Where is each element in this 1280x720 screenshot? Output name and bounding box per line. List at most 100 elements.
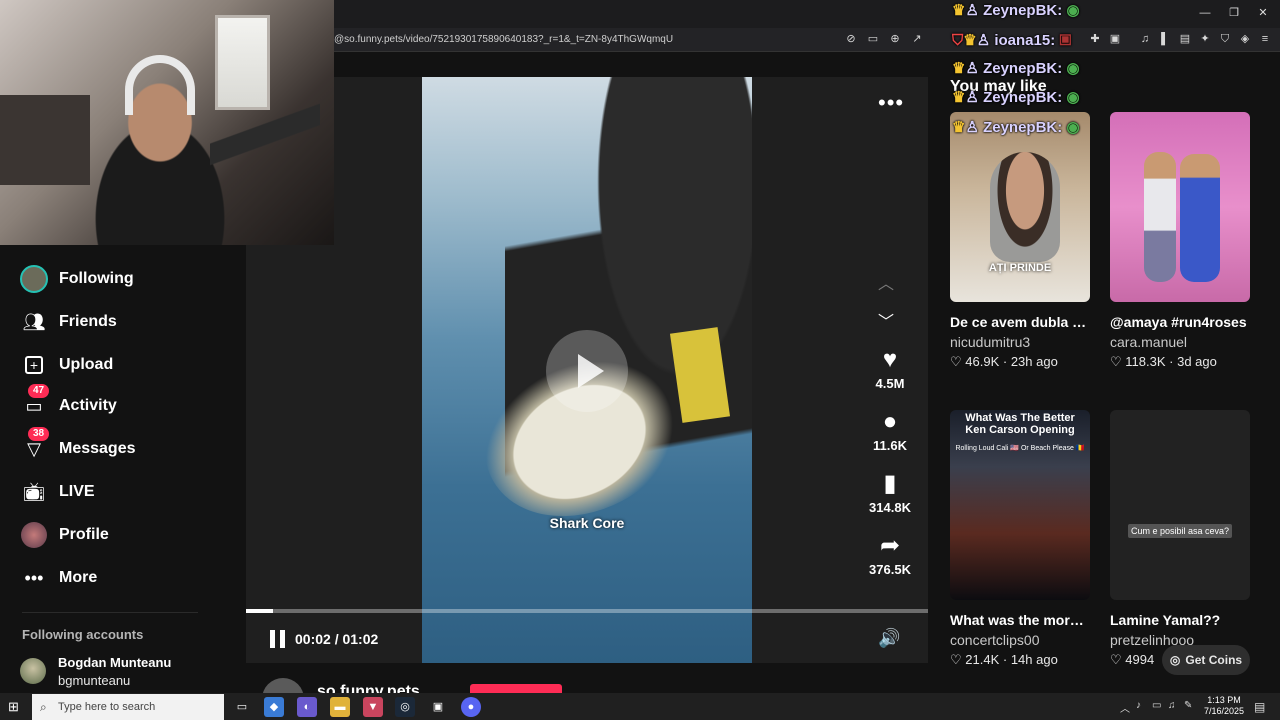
task-view-icon[interactable]: ▭ xyxy=(232,697,252,717)
screen-icon[interactable]: ▭ xyxy=(866,32,880,46)
bookmark-icon: ▮ xyxy=(883,470,897,497)
sidebar-item-activity[interactable]: ▭ 47 Activity xyxy=(20,384,117,421)
card-title: Lamine Yamal?? xyxy=(1110,612,1221,628)
recommendation-card[interactable]: AȚI PRINDE De ce avem dubla măsură când … xyxy=(950,112,1090,370)
file-explorer-icon[interactable]: ▬ xyxy=(330,697,350,717)
card-thumbnail[interactable] xyxy=(1110,112,1250,302)
recommendation-card[interactable]: What Was The Better Ken Carson Opening R… xyxy=(950,410,1090,668)
extensions-icon[interactable]: ✚ xyxy=(1088,32,1102,46)
sidebar-item-messages[interactable]: ▽ 38 Messages xyxy=(20,427,136,464)
card-title: De ce avem dubla măsură când vine... xyxy=(950,314,1090,330)
brave-browser-icon[interactable]: ▼ xyxy=(363,697,383,717)
card-title: @amaya #run4roses xyxy=(1110,314,1247,330)
get-coins-button[interactable]: ◎ Get Coins xyxy=(1162,645,1250,675)
no-tracking-icon[interactable]: ⊘ xyxy=(844,32,858,46)
progress-track[interactable] xyxy=(246,609,928,613)
card-author: nicudumitru3 xyxy=(950,334,1031,350)
crown-icon: ♛ xyxy=(963,32,977,49)
frog-emote-icon: ◉ xyxy=(1066,60,1080,77)
save-button[interactable]: ▮ 314.8K xyxy=(862,470,918,515)
sidebar-item-live[interactable]: 📺︎ LIVE xyxy=(20,477,95,507)
sidebar-item-label: Activity xyxy=(59,397,117,414)
heart-outline-icon: ♡ xyxy=(950,354,966,369)
terminal-icon[interactable]: ▣ xyxy=(428,697,448,717)
sidebar-item-label: Friends xyxy=(59,313,117,330)
frog-emote-icon: ◉ xyxy=(1066,2,1080,19)
badge-icon: ♙ xyxy=(965,119,979,136)
badge-icon: ♙ xyxy=(976,32,991,49)
music-icon[interactable]: ♫ xyxy=(1138,32,1152,46)
following-account-avatar[interactable] xyxy=(20,658,46,684)
sidebar-item-upload[interactable]: + Upload xyxy=(20,350,113,380)
sidebar-divider xyxy=(22,612,198,613)
like-button[interactable]: ♥ 4.5M xyxy=(862,346,918,391)
close-icon[interactable]: ✕ xyxy=(1254,6,1272,20)
following-account-name[interactable]: Bogdan Munteanu xyxy=(58,655,171,670)
share-button[interactable]: ➦ 376.5K xyxy=(862,532,918,577)
pause-button[interactable] xyxy=(266,628,288,650)
activity-icon: ▭ 47 xyxy=(20,384,50,420)
badge-icon: ♙ xyxy=(965,2,979,19)
panel-icon[interactable]: ▌ xyxy=(1158,32,1172,46)
sidebar-item-friends[interactable]: 👥︎ Friends xyxy=(20,307,117,337)
video-caption: Shark Core xyxy=(549,515,625,531)
tray-clock-date[interactable]: 7/16/2025 xyxy=(1196,706,1252,716)
url-text[interactable]: @so.funny.pets/video/7521930175890640183… xyxy=(334,34,673,45)
time-display: 00:02 / 01:02 xyxy=(295,631,379,647)
ai-icon[interactable]: ✦ xyxy=(1198,32,1212,46)
chevron-down-icon[interactable]: ﹀ xyxy=(878,308,894,332)
chat-message: ♛♙ ZeynepBK: ◉ xyxy=(952,2,1080,19)
messages-badge: 38 xyxy=(28,427,50,441)
edge-icon[interactable]: ◐ xyxy=(297,697,317,717)
frog-emote-icon: ◉ xyxy=(1066,89,1080,106)
brave-rewards-icon[interactable]: ◈ xyxy=(1238,32,1252,46)
more-options-icon[interactable]: ••• xyxy=(878,90,904,116)
steam-icon[interactable]: ◎ xyxy=(395,697,415,717)
share-count: 376.5K xyxy=(869,562,911,577)
menu-icon[interactable]: ≡ xyxy=(1258,32,1272,46)
recommendation-card[interactable]: Cum e posibil asa ceva? Lamine Yamal?? p… xyxy=(1110,410,1250,668)
shield-icon[interactable]: ⛉ xyxy=(1218,32,1232,46)
sidebar-icon[interactable]: ▣ xyxy=(1108,32,1122,46)
recommendation-card[interactable]: @amaya #run4roses cara.manuel ♡ 118.3K ·… xyxy=(1110,112,1250,370)
copilot-icon[interactable]: ◆ xyxy=(264,697,284,717)
following-account-handle[interactable]: bgmunteanu xyxy=(58,673,130,688)
notification-icon[interactable]: ▤ xyxy=(1254,700,1265,714)
zoom-icon[interactable]: ⊕ xyxy=(888,32,902,46)
tray-speaker-icon[interactable]: ♫ xyxy=(1168,700,1176,711)
tray-pen-icon[interactable]: ✎ xyxy=(1184,700,1192,711)
taskbar-search-input[interactable]: Type here to search xyxy=(32,694,224,720)
friends-icon: 👥︎ xyxy=(22,311,46,332)
volume-icon[interactable]: 🔊 xyxy=(878,628,900,649)
share-icon[interactable]: ↗ xyxy=(910,32,924,46)
emote-icon: ▣ xyxy=(1059,32,1072,49)
heart-icon: ♥ xyxy=(882,346,898,373)
badge-icon: ♙ xyxy=(965,89,979,106)
sidebar-item-following[interactable]: Following xyxy=(20,264,134,294)
minimize-icon[interactable]: — xyxy=(1196,6,1214,20)
comment-button[interactable]: ● 11.6K xyxy=(862,408,918,453)
play-button[interactable] xyxy=(546,330,628,412)
tray-clock-time[interactable]: 1:13 PM xyxy=(1196,695,1252,706)
card-thumbnail[interactable]: What Was The Better Ken Carson Opening R… xyxy=(950,410,1090,600)
comment-icon: ● xyxy=(882,408,898,435)
sidebar-item-label: Following xyxy=(59,270,134,287)
discord-icon[interactable]: ● xyxy=(461,697,481,717)
upload-icon: + xyxy=(20,351,48,379)
tray-volume-icon[interactable]: ♪ xyxy=(1136,700,1141,711)
restore-icon[interactable]: ❐ xyxy=(1225,6,1243,20)
chevron-up-icon[interactable]: ︿ xyxy=(878,270,894,294)
sidebar-item-label: Profile xyxy=(59,526,109,543)
tray-network-icon[interactable]: ▭ xyxy=(1152,700,1161,711)
card-author: cara.manuel xyxy=(1110,334,1188,350)
card-thumbnail[interactable]: AȚI PRINDE xyxy=(950,112,1090,302)
sidebar-item-more[interactable]: ••• More xyxy=(20,563,98,593)
wallet-icon[interactable]: ▤ xyxy=(1178,32,1192,46)
sidebar-item-profile[interactable]: Profile xyxy=(20,520,109,550)
following-avatar-icon xyxy=(20,265,48,293)
save-count: 314.8K xyxy=(869,500,911,515)
live-icon: 📺︎ xyxy=(22,481,46,502)
tray-chevron-icon[interactable]: ︿ xyxy=(1120,700,1130,715)
windows-start-icon[interactable]: ⊞ xyxy=(8,699,19,715)
card-thumbnail[interactable]: Cum e posibil asa ceva? xyxy=(1110,410,1250,600)
